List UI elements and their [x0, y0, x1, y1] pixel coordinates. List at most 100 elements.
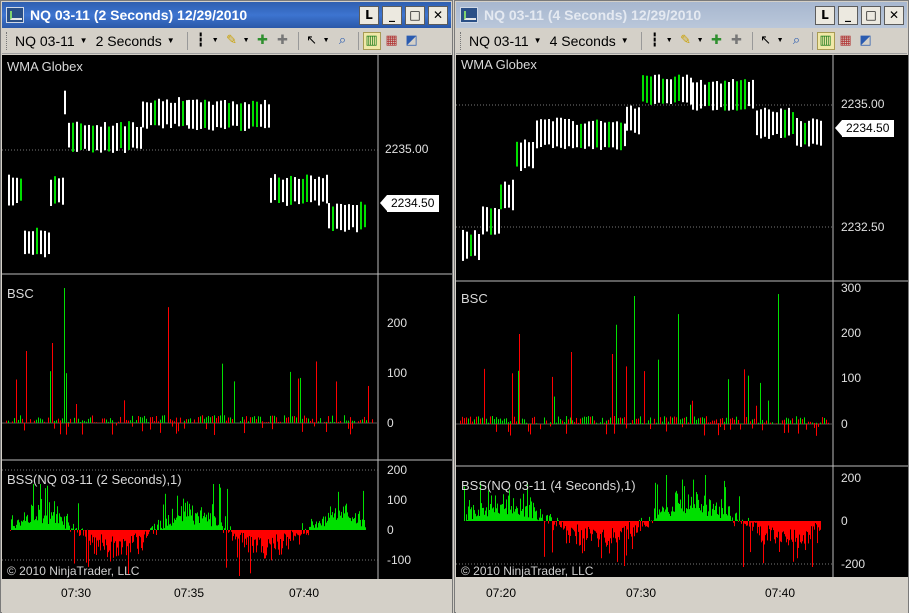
close-button[interactable]: ✕	[428, 5, 448, 25]
chart-window-4-seconds[interactable]: NQ 03-11 (4 Seconds) 12/29/2010 L _ □ ✕ …	[454, 0, 909, 613]
bss-bar	[16, 524, 17, 530]
title-bar[interactable]: NQ 03-11 (4 Seconds) 12/29/2010 L _ □ ✕	[456, 2, 907, 28]
interval-dropdown[interactable]: 4 Seconds ▼	[550, 33, 629, 49]
price-axis-label: 2235.00	[385, 142, 429, 156]
bss-bar	[247, 530, 248, 538]
zoom-icon[interactable]: ⌕	[334, 32, 352, 50]
toolbar-grip[interactable]	[6, 31, 9, 50]
bsc-bar	[794, 423, 795, 424]
bsc-bar	[152, 417, 153, 423]
bar-type-icon[interactable]: ┇	[192, 32, 210, 50]
time-axis[interactable]: 07:30 07:35 07:40	[2, 579, 452, 613]
chart-style-bar-icon[interactable]: ▦	[837, 32, 855, 50]
bsc-bar	[746, 417, 747, 424]
bss-bar	[242, 530, 243, 543]
bsc-bar	[318, 421, 319, 423]
chevron-down-icon[interactable]: ▼	[666, 37, 673, 44]
draw-pencil-icon[interactable]: ✎	[223, 32, 241, 50]
close-button[interactable]: ✕	[884, 5, 904, 25]
bsc-bar	[504, 418, 505, 424]
bss-bar	[172, 508, 173, 530]
instrument-dropdown[interactable]: NQ 03-11 ▼	[469, 33, 542, 49]
bsc-bar	[546, 420, 547, 424]
chart-style-candle-icon[interactable]: ▥	[362, 31, 381, 50]
price-bar	[188, 99, 190, 129]
chart-style-candle-icon[interactable]: ▥	[816, 31, 835, 50]
bar-type-icon[interactable]: ┇	[646, 32, 664, 50]
bsc-bar	[358, 421, 359, 423]
interval-label: 2 Seconds	[95, 32, 162, 49]
bss-bar	[712, 508, 713, 521]
strategy-icon[interactable]: ✚	[728, 32, 746, 50]
title-bar[interactable]: NQ 03-11 (2 Seconds) 12/29/2010 L _ □ ✕	[2, 2, 451, 28]
bsc-bar	[590, 416, 591, 424]
bss-bar	[19, 522, 20, 530]
bss-bar	[24, 512, 25, 530]
bss-bar	[294, 530, 295, 536]
link-button[interactable]: L	[815, 5, 835, 25]
bss-bar	[355, 513, 356, 530]
bss-bar	[191, 515, 192, 530]
add-indicator-icon[interactable]: ✚	[708, 32, 726, 50]
bss-bar	[646, 521, 647, 527]
bsc-bar	[50, 371, 51, 423]
chevron-down-icon[interactable]: ▼	[243, 37, 250, 44]
bss-bar	[331, 515, 332, 530]
chevron-down-icon[interactable]: ▼	[777, 37, 784, 44]
toolbar-grip[interactable]	[460, 31, 463, 50]
properties-icon[interactable]: ◩	[403, 32, 421, 50]
draw-pencil-icon[interactable]: ✎	[677, 32, 695, 50]
bss-bar	[101, 530, 102, 535]
bss-bar	[129, 530, 130, 544]
bss-bar	[728, 506, 729, 521]
maximize-button[interactable]: □	[405, 5, 425, 25]
price-bar	[332, 206, 334, 231]
bss-bar	[574, 521, 575, 532]
zoom-icon[interactable]: ⌕	[788, 32, 806, 50]
properties-icon[interactable]: ◩	[857, 32, 875, 50]
maximize-button[interactable]: □	[861, 5, 881, 25]
minimize-button[interactable]: _	[382, 5, 402, 25]
bsc-bar	[494, 419, 495, 424]
bss-bar	[283, 530, 284, 542]
strategy-icon[interactable]: ✚	[274, 32, 292, 50]
chart-canvas[interactable]	[2, 55, 452, 579]
chevron-down-icon[interactable]: ▼	[212, 37, 219, 44]
bss-bar	[256, 530, 257, 553]
chart-area[interactable]: WMA Globex BSC BSS(NQ 03-11 (4 Seconds),…	[456, 55, 908, 578]
bss-bar	[59, 513, 60, 530]
interval-dropdown[interactable]: 2 Seconds ▼	[96, 33, 175, 49]
bss-bar	[317, 527, 318, 530]
time-axis[interactable]: 07:20 07:30 07:40	[456, 579, 908, 613]
bss-bar	[702, 512, 703, 521]
bss-bar	[322, 518, 323, 530]
bsc-bar	[666, 417, 667, 424]
chart-style-bar-icon[interactable]: ▦	[383, 32, 401, 50]
chart-window-2-seconds[interactable]: NQ 03-11 (2 Seconds) 12/29/2010 L _ □ ✕ …	[0, 0, 453, 613]
price-bar	[76, 121, 78, 152]
bss-bar	[490, 504, 491, 521]
link-button[interactable]: L	[359, 5, 379, 25]
chevron-down-icon[interactable]: ▼	[323, 37, 330, 44]
instrument-dropdown[interactable]: NQ 03-11 ▼	[15, 33, 88, 49]
bss-bar	[192, 505, 193, 530]
bss-bar	[309, 526, 310, 530]
price-panel-label: WMA Globex	[7, 59, 83, 74]
bsc-bar	[816, 424, 817, 436]
cursor-icon[interactable]: ↖	[303, 32, 321, 50]
bss-bar	[58, 523, 59, 530]
bsc-bar	[730, 418, 731, 424]
bss-bar	[228, 530, 229, 533]
minimize-button[interactable]: _	[838, 5, 858, 25]
bsc-bar	[482, 417, 483, 424]
chevron-down-icon[interactable]: ▼	[697, 37, 704, 44]
cursor-icon[interactable]: ↖	[757, 32, 775, 50]
bsc-bar	[176, 417, 177, 423]
bss-bar	[593, 521, 594, 530]
add-indicator-icon[interactable]: ✚	[254, 32, 272, 50]
bsc-bar	[360, 420, 361, 423]
bsc-bar	[780, 423, 781, 424]
bss-bar	[699, 508, 700, 521]
bss-bar	[515, 509, 516, 521]
chart-area[interactable]: WMA Globex BSC BSS(NQ 03-11 (2 Seconds),…	[2, 55, 452, 579]
